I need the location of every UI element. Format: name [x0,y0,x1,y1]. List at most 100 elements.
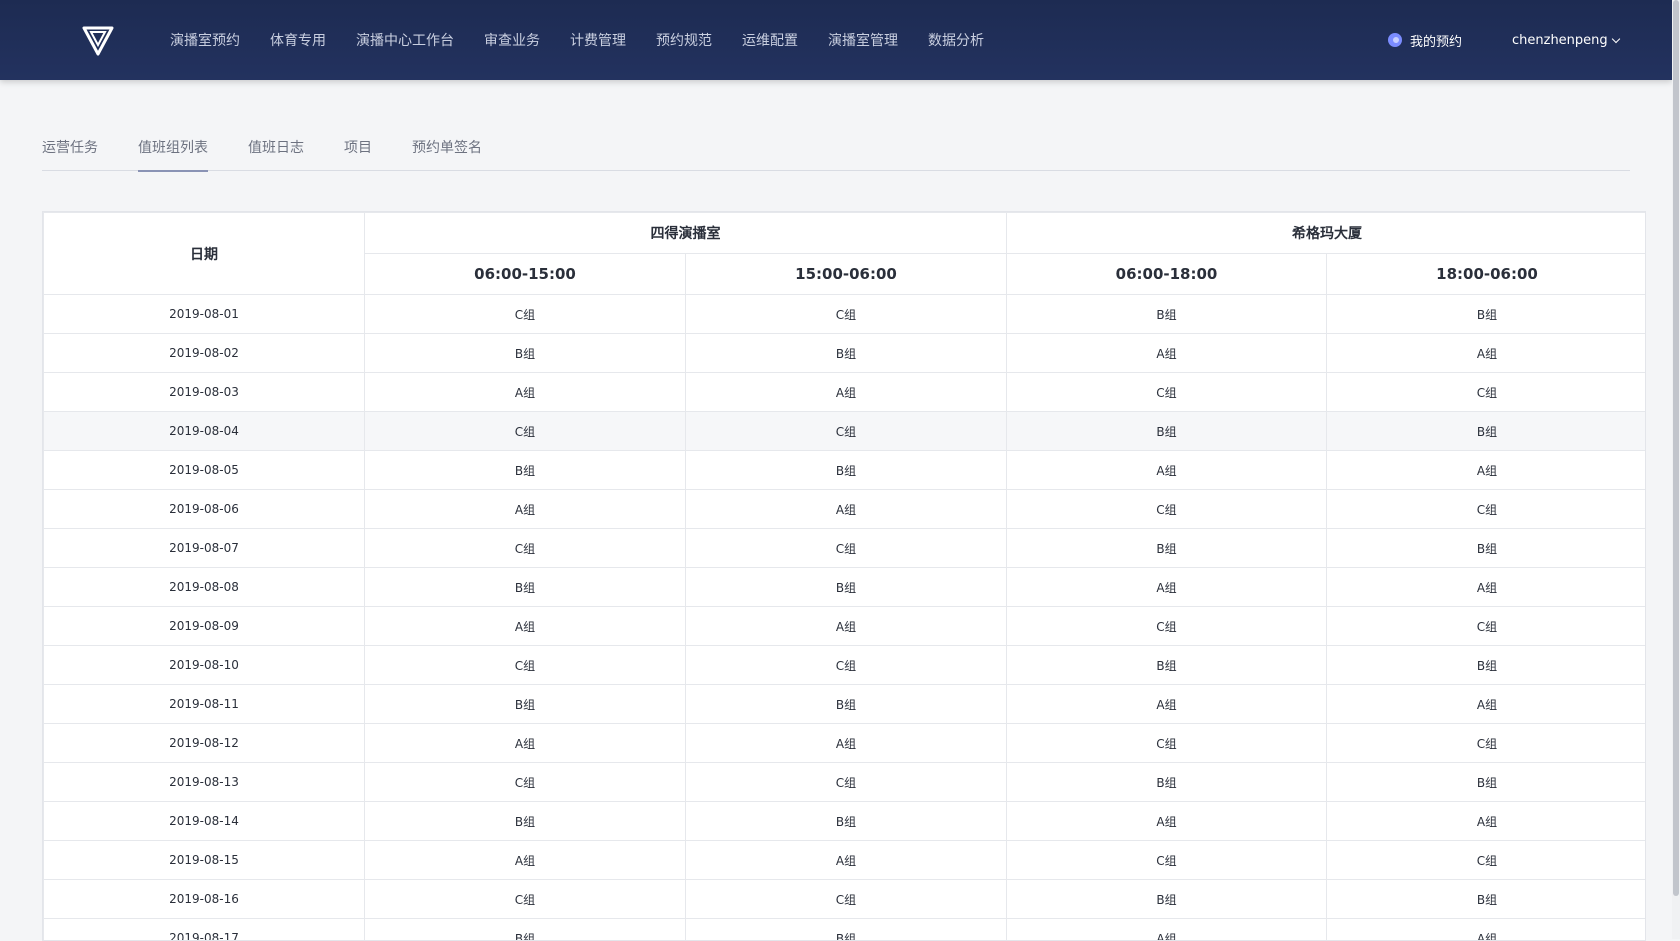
group-header-sigma: 希格玛大厦 [1007,213,1647,254]
duty-group-cell: B组 [1327,763,1647,802]
duty-group-cell: B组 [1007,295,1327,334]
nav-item-workbench[interactable]: 演播中心工作台 [356,30,454,50]
duty-group-cell: B组 [1327,880,1647,919]
nav-item-sports[interactable]: 体育专用 [270,30,326,50]
table-row[interactable]: 2019-08-03A组A组C组C组 [44,373,1647,412]
table-row[interactable]: 2019-08-15A组A组C组C组 [44,841,1647,880]
tab-duty-group-list[interactable]: 值班组列表 [138,136,208,171]
duty-group-cell: A组 [1327,802,1647,841]
main-nav: 演播室预约 体育专用 演播中心工作台 审查业务 计费管理 预约规范 运维配置 演… [156,0,999,80]
nav-item-studio-management[interactable]: 演播室管理 [828,30,898,50]
duty-group-cell: C组 [365,880,686,919]
my-booking-link[interactable]: 我的预约 [1388,0,1462,80]
duty-group-cell: A组 [686,841,1007,880]
logo-icon[interactable] [82,26,114,56]
date-cell: 2019-08-03 [44,373,365,412]
date-cell: 2019-08-09 [44,607,365,646]
duty-group-cell: B组 [365,685,686,724]
duty-group-cell: B组 [1327,529,1647,568]
table-row[interactable]: 2019-08-11B组B组A组A组 [44,685,1647,724]
duty-group-cell: C组 [686,646,1007,685]
my-booking-label: 我的预约 [1410,31,1462,50]
duty-group-cell: C组 [1007,724,1327,763]
duty-group-cell: B组 [686,451,1007,490]
shift-header: 15:00-06:00 [686,254,1007,295]
tab-duty-log[interactable]: 值班日志 [248,136,304,171]
duty-group-cell: B组 [365,919,686,941]
date-cell: 2019-08-08 [44,568,365,607]
nav-item-booking-rules[interactable]: 预约规范 [656,30,712,50]
date-cell: 2019-08-10 [44,646,365,685]
column-header-date: 日期 [44,213,365,295]
table-row[interactable]: 2019-08-08B组B组A组A组 [44,568,1647,607]
table-row[interactable]: 2019-08-12A组A组C组C组 [44,724,1647,763]
duty-group-cell: A组 [1007,802,1327,841]
date-cell: 2019-08-16 [44,880,365,919]
table-row[interactable]: 2019-08-05B组B组A组A组 [44,451,1647,490]
duty-group-cell: A组 [365,490,686,529]
duty-group-cell: B组 [365,334,686,373]
group-header-sidestudio: 四得演播室 [365,213,1007,254]
duty-group-cell: B组 [1007,646,1327,685]
duty-group-cell: B组 [1327,646,1647,685]
duty-group-cell: A组 [1007,451,1327,490]
nav-item-review[interactable]: 审查业务 [484,30,540,50]
nav-item-ops-config[interactable]: 运维配置 [742,30,798,50]
table-row[interactable]: 2019-08-13C组C组B组B组 [44,763,1647,802]
duty-group-cell: A组 [1327,685,1647,724]
duty-group-cell: B组 [686,685,1007,724]
duty-group-cell: A组 [686,724,1007,763]
booking-icon [1388,33,1402,47]
duty-group-cell: C组 [365,763,686,802]
tab-operations-tasks[interactable]: 运营任务 [42,136,98,171]
duty-group-cell: B组 [686,334,1007,373]
duty-group-cell: C组 [1007,373,1327,412]
duty-group-cell: B组 [1007,880,1327,919]
duty-group-cell: C组 [686,295,1007,334]
tab-booking-signature[interactable]: 预约单签名 [412,136,482,171]
nav-item-data-analysis[interactable]: 数据分析 [928,30,984,50]
duty-group-cell: B组 [365,802,686,841]
duty-group-cell: C组 [1327,373,1647,412]
table-row[interactable]: 2019-08-17B组B组A组A组 [44,919,1647,941]
duty-group-cell: A组 [365,841,686,880]
date-cell: 2019-08-17 [44,919,365,941]
date-cell: 2019-08-02 [44,334,365,373]
duty-group-cell: B组 [365,451,686,490]
duty-group-cell: A组 [686,373,1007,412]
table-row[interactable]: 2019-08-10C组C组B组B组 [44,646,1647,685]
table-row[interactable]: 2019-08-06A组A组C组C组 [44,490,1647,529]
table-row[interactable]: 2019-08-01C组C组B组B组 [44,295,1647,334]
nav-item-studio-booking[interactable]: 演播室预约 [170,30,240,50]
scrollbar-thumb[interactable] [1673,0,1679,896]
duty-group-cell: B组 [1007,412,1327,451]
user-menu[interactable]: chenzhenpeng [1512,0,1619,80]
nav-item-billing[interactable]: 计费管理 [570,30,626,50]
date-cell: 2019-08-06 [44,490,365,529]
duty-group-cell: C组 [1327,841,1647,880]
duty-group-cell: A组 [1327,451,1647,490]
table-row[interactable]: 2019-08-14B组B组A组A组 [44,802,1647,841]
duty-group-cell: B组 [1327,295,1647,334]
table-row[interactable]: 2019-08-04C组C组B组B组 [44,412,1647,451]
table-row[interactable]: 2019-08-02B组B组A组A组 [44,334,1647,373]
date-cell: 2019-08-04 [44,412,365,451]
duty-group-cell: A组 [686,490,1007,529]
tab-projects[interactable]: 项目 [344,136,372,171]
table-row[interactable]: 2019-08-09A组A组C组C组 [44,607,1647,646]
username: chenzhenpeng [1512,33,1608,48]
table-row[interactable]: 2019-08-16C组C组B组B组 [44,880,1647,919]
sub-tabs: 运营任务 值班组列表 值班日志 项目 预约单签名 [42,136,1630,171]
duty-group-cell: B组 [686,919,1007,941]
duty-group-cell: A组 [365,373,686,412]
date-cell: 2019-08-12 [44,724,365,763]
duty-group-cell: C组 [365,412,686,451]
date-cell: 2019-08-15 [44,841,365,880]
duty-group-cell: C组 [365,646,686,685]
page-scrollbar[interactable] [1672,0,1680,939]
chevron-down-icon [1611,34,1619,42]
duty-group-cell: B组 [1007,529,1327,568]
duty-group-cell: A组 [1007,919,1327,941]
duty-group-cell: B组 [365,568,686,607]
table-row[interactable]: 2019-08-07C组C组B组B组 [44,529,1647,568]
